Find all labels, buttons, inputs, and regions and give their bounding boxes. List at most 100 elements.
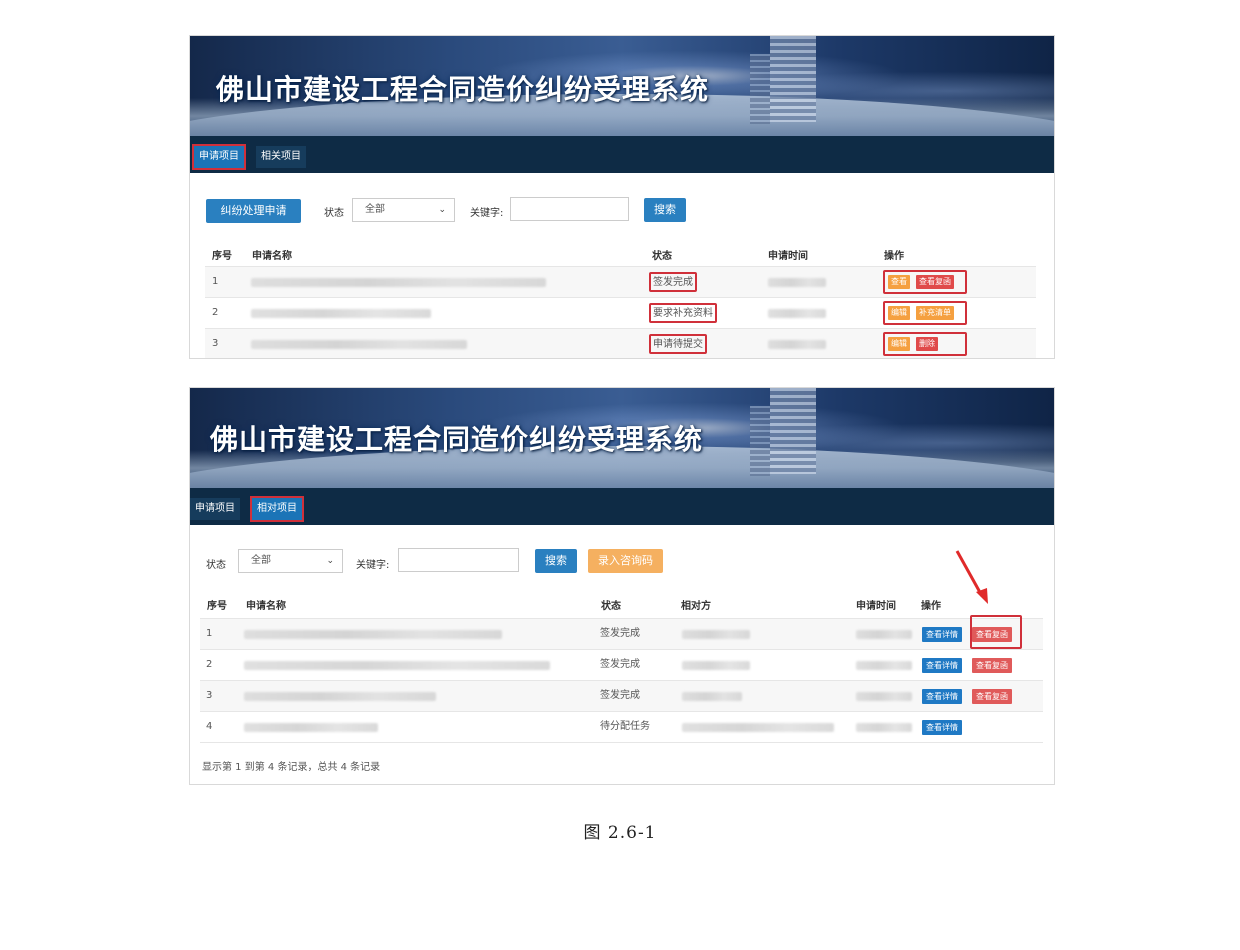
annotation-arrow-icon bbox=[955, 550, 988, 604]
redacted-counterparty bbox=[682, 723, 834, 732]
redacted-time bbox=[856, 630, 912, 639]
row-actions: 编辑 补充清单 bbox=[883, 301, 967, 325]
app-title: 佛山市建设工程合同造价纠纷受理系统 bbox=[210, 423, 704, 456]
status-badge: 申请待提交 bbox=[649, 334, 707, 354]
redacted-name bbox=[251, 278, 546, 287]
view-reply-button[interactable]: 查看复函 bbox=[972, 689, 1012, 704]
delete-button[interactable]: 删除 bbox=[916, 337, 938, 351]
view-reply-button[interactable]: 查看复函 bbox=[972, 658, 1012, 673]
row-index: 4 bbox=[206, 721, 213, 732]
redacted-counterparty bbox=[682, 692, 742, 701]
status-select[interactable]: 全部 ⌄ bbox=[352, 198, 455, 222]
status-select-value: 全部 bbox=[251, 555, 271, 566]
highlight-frame bbox=[970, 615, 1022, 649]
table-row: 3 签发完成 查看详情 查看复函 bbox=[200, 680, 1043, 711]
column-header-status: 状态 bbox=[652, 251, 672, 262]
edit-button[interactable]: 编辑 bbox=[888, 306, 910, 320]
banner-building bbox=[750, 54, 770, 124]
column-header-time: 申请时间 bbox=[768, 251, 808, 262]
column-header-name: 申请名称 bbox=[252, 251, 292, 262]
view-details-button[interactable]: 查看详情 bbox=[922, 658, 962, 673]
table-bottom-border bbox=[200, 742, 1043, 743]
column-header-ops: 操作 bbox=[921, 601, 941, 612]
search-button[interactable]: 搜索 bbox=[644, 198, 686, 222]
keyword-input[interactable] bbox=[510, 197, 629, 221]
tab-apply-projects[interactable]: 申请项目 bbox=[190, 498, 240, 520]
search-button[interactable]: 搜索 bbox=[535, 549, 577, 573]
chevron-down-icon: ⌄ bbox=[438, 205, 446, 215]
table-row: 1 签发完成 查看详情 查看复函 bbox=[200, 618, 1043, 649]
app-title: 佛山市建设工程合同造价纠纷受理系统 bbox=[216, 73, 710, 106]
redacted-time bbox=[768, 278, 826, 287]
column-header-index: 序号 bbox=[212, 251, 232, 262]
row-index: 3 bbox=[206, 690, 213, 701]
redacted-name bbox=[251, 340, 467, 349]
view-details-button[interactable]: 查看详情 bbox=[922, 720, 962, 735]
column-header-ops: 操作 bbox=[884, 251, 904, 262]
redacted-name bbox=[244, 723, 378, 732]
column-header-status: 状态 bbox=[601, 601, 621, 612]
redacted-time bbox=[856, 661, 912, 670]
status-select-value: 全部 bbox=[365, 204, 385, 215]
nav-bar: 申请项目 相关项目 bbox=[190, 136, 1054, 173]
tab-apply-projects[interactable]: 申请项目 bbox=[192, 144, 246, 170]
status-badge: 要求补充资料 bbox=[649, 303, 717, 323]
tab-related-projects[interactable]: 相关项目 bbox=[256, 146, 306, 168]
keyword-label: 关键字: bbox=[356, 560, 390, 571]
status-text: 签发完成 bbox=[600, 659, 640, 670]
view-details-button[interactable]: 查看详情 bbox=[922, 627, 962, 642]
pagination-summary: 显示第 1 到第 4 条记录，总共 4 条记录 bbox=[202, 762, 381, 773]
table-row: 4 待分配任务 查看详情 bbox=[200, 711, 1043, 742]
row-actions: 编辑 删除 bbox=[883, 332, 967, 356]
redacted-time bbox=[856, 723, 912, 732]
banner-building bbox=[770, 388, 816, 474]
header-banner: 佛山市建设工程合同造价纠纷受理系统 bbox=[190, 388, 1054, 488]
keyword-label: 关键字: bbox=[470, 208, 504, 219]
banner-building bbox=[770, 36, 816, 122]
view-reply-button[interactable]: 查看复函 bbox=[916, 275, 954, 289]
row-index: 3 bbox=[212, 338, 219, 349]
status-text: 签发完成 bbox=[600, 628, 640, 639]
row-index: 2 bbox=[206, 659, 213, 670]
chevron-down-icon: ⌄ bbox=[326, 556, 334, 566]
row-index: 1 bbox=[206, 628, 213, 639]
status-filter-label: 状态 bbox=[206, 560, 226, 571]
edit-button[interactable]: 编辑 bbox=[888, 337, 910, 351]
redacted-name bbox=[244, 630, 502, 639]
redacted-name bbox=[251, 309, 431, 318]
dispute-apply-button[interactable]: 纠纷处理申请 bbox=[206, 199, 301, 223]
view-button[interactable]: 查看 bbox=[888, 275, 910, 289]
table-row: 3 申请待提交 编辑 删除 bbox=[205, 328, 1036, 358]
redacted-name bbox=[244, 661, 550, 670]
redacted-time bbox=[856, 692, 912, 701]
view-details-button[interactable]: 查看详情 bbox=[922, 689, 962, 704]
table-row: 2 要求补充资料 编辑 补充清单 bbox=[205, 297, 1036, 328]
column-header-name: 申请名称 bbox=[246, 601, 286, 612]
status-text: 待分配任务 bbox=[600, 721, 650, 732]
table-row: 1 签发完成 查看 查看复函 bbox=[205, 266, 1036, 297]
redacted-counterparty bbox=[682, 630, 750, 639]
status-select[interactable]: 全部 ⌄ bbox=[238, 549, 343, 573]
status-text: 签发完成 bbox=[600, 690, 640, 701]
table-row: 2 签发完成 查看详情 查看复函 bbox=[200, 649, 1043, 680]
status-badge: 签发完成 bbox=[649, 272, 697, 292]
screenshot-relative-projects: 佛山市建设工程合同造价纠纷受理系统 申请项目 相对项目 状态 全部 ⌄ 关键字:… bbox=[189, 387, 1055, 785]
redacted-counterparty bbox=[682, 661, 750, 670]
banner-building bbox=[750, 406, 770, 476]
status-filter-label: 状态 bbox=[324, 208, 344, 219]
enter-query-code-button[interactable]: 录入咨询码 bbox=[588, 549, 663, 573]
tab-relative-projects[interactable]: 相对项目 bbox=[250, 496, 304, 522]
row-actions: 查看 查看复函 bbox=[883, 270, 967, 294]
redacted-time bbox=[768, 309, 826, 318]
redacted-name bbox=[244, 692, 436, 701]
row-index: 1 bbox=[212, 276, 219, 287]
screenshot-apply-projects: 佛山市建设工程合同造价纠纷受理系统 申请项目 相关项目 纠纷处理申请 状态 全部… bbox=[189, 35, 1055, 359]
keyword-input[interactable] bbox=[398, 548, 519, 572]
column-header-counterparty: 相对方 bbox=[681, 601, 711, 612]
figure-caption: 图 2.6-1 bbox=[583, 823, 657, 843]
nav-bar: 申请项目 相对项目 bbox=[190, 488, 1054, 525]
column-header-time: 申请时间 bbox=[856, 601, 896, 612]
header-banner: 佛山市建设工程合同造价纠纷受理系统 bbox=[190, 36, 1054, 136]
supplement-list-button[interactable]: 补充清单 bbox=[916, 306, 954, 320]
redacted-time bbox=[768, 340, 826, 349]
